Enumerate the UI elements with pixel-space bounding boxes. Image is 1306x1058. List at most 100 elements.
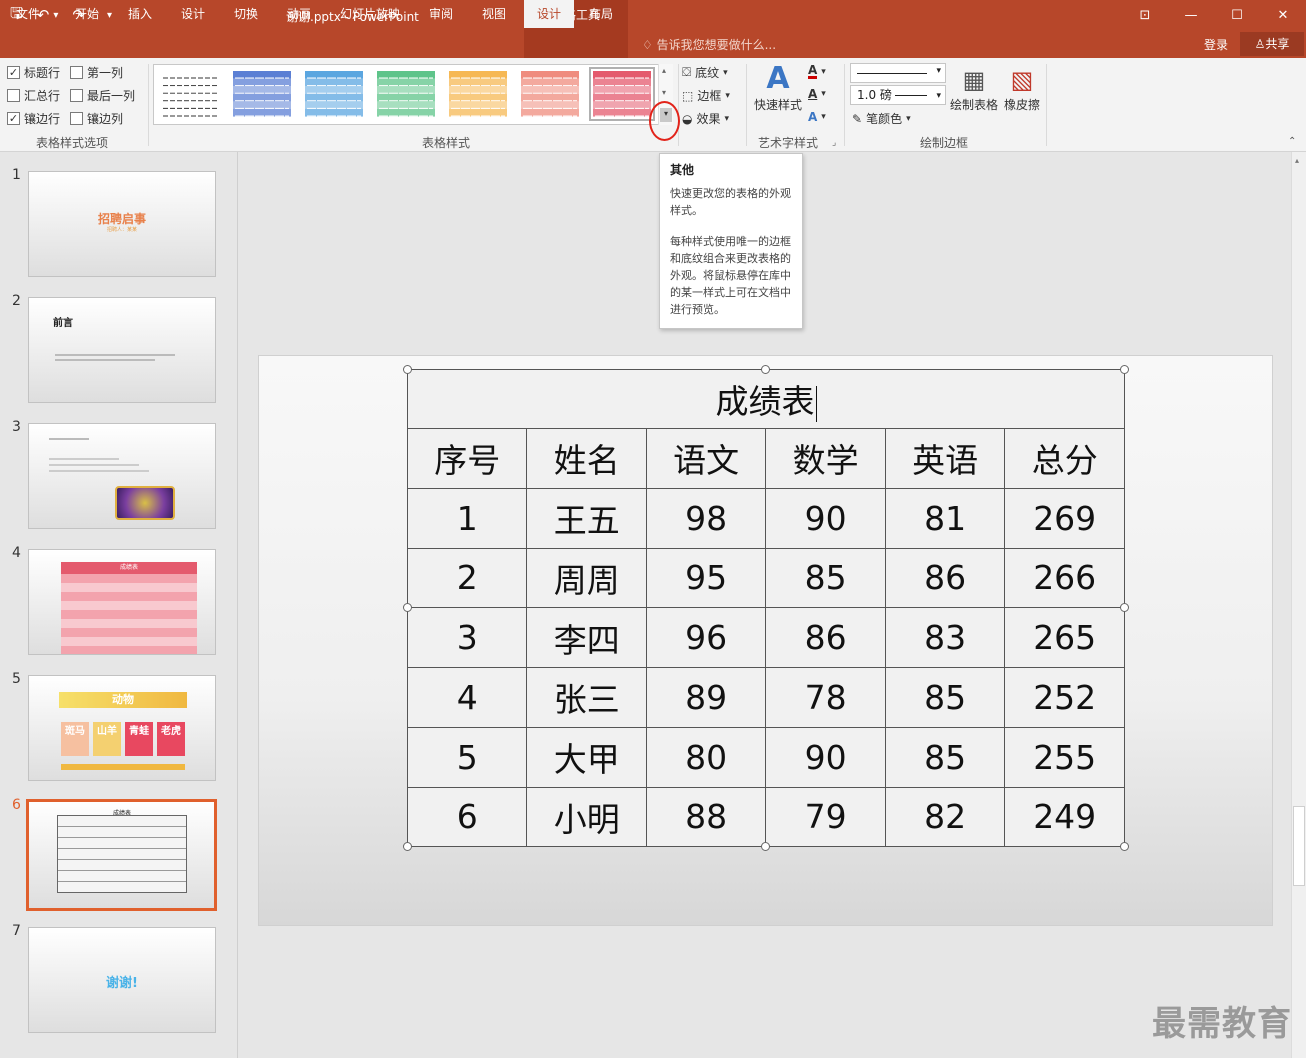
table-cell[interactable]: 周周	[526, 547, 647, 609]
scroll-up-icon[interactable]: ▴	[1295, 156, 1299, 165]
scroll-thumb[interactable]	[1293, 806, 1305, 886]
table-cell[interactable]: 86	[884, 547, 1006, 609]
table-cell[interactable]: 小明	[526, 786, 647, 848]
table-cell[interactable]: 张三	[526, 667, 647, 728]
table-style-swatch[interactable]	[161, 71, 219, 117]
table-cell[interactable]: 83	[884, 607, 1006, 668]
pen-style-dropdown[interactable]: ▾	[850, 63, 946, 83]
table-cell[interactable]: 89	[645, 667, 767, 728]
table-cell[interactable]: 85	[884, 726, 1006, 788]
table-header-cell[interactable]: 总分	[1004, 428, 1125, 489]
table-header-cell[interactable]: 语文	[645, 428, 767, 489]
table-style-swatch[interactable]	[449, 71, 507, 117]
tab-design[interactable]: 设计	[170, 0, 216, 28]
tab-animations[interactable]: 动画	[276, 0, 322, 28]
table-cell[interactable]: 249	[1004, 786, 1125, 848]
text-effects-button[interactable]: A ▾	[808, 110, 826, 124]
grade-table[interactable]: 成绩表 序号 姓名 语文 数学 英语 总分 1 王五 98 90 81 269 2 周周 95 85 86 266…	[406, 369, 1125, 848]
table-cell[interactable]: 98	[645, 487, 767, 549]
table-header-cell[interactable]: 数学	[765, 428, 886, 489]
resize-handle[interactable]	[1120, 365, 1129, 374]
maximize-button[interactable]: ☐	[1214, 0, 1260, 30]
table-cell[interactable]: 85	[884, 667, 1006, 728]
login-link[interactable]: 登录	[1204, 36, 1228, 53]
resize-handle[interactable]	[403, 365, 412, 374]
first-column-checkbox[interactable]: 第一列	[70, 64, 123, 81]
tab-slideshow[interactable]: 幻灯片放映	[332, 0, 408, 28]
table-style-swatch[interactable]	[521, 71, 579, 117]
table-style-swatch[interactable]	[233, 71, 291, 117]
table-cell[interactable]: 78	[765, 667, 886, 728]
table-title-cell[interactable]: 成绩表	[407, 369, 1125, 429]
table-style-swatch[interactable]	[377, 71, 435, 117]
table-cell[interactable]: 86	[765, 607, 886, 668]
effects-button[interactable]: ◒ 效果 ▾	[682, 110, 729, 127]
tab-transitions[interactable]: 切换	[222, 0, 270, 28]
table-style-swatch[interactable]	[589, 67, 655, 121]
table-cell[interactable]: 李四	[526, 607, 647, 668]
table-cell[interactable]: 96	[645, 607, 767, 668]
resize-handle[interactable]	[403, 842, 412, 851]
dialog-launcher-icon[interactable]: ⌟	[832, 138, 836, 148]
slide-thumbnail-2[interactable]: 前言	[28, 297, 216, 403]
table-cell[interactable]: 252	[1004, 667, 1125, 728]
slide-thumbnail-3[interactable]	[28, 423, 216, 529]
table-cell[interactable]: 90	[765, 726, 886, 788]
slide-thumbnail-4[interactable]: 成绩表	[28, 549, 216, 655]
resize-handle[interactable]	[761, 365, 770, 374]
table-cell[interactable]: 269	[1004, 487, 1125, 549]
table-cell[interactable]: 82	[884, 786, 1006, 848]
text-fill-button[interactable]: A ▾	[808, 64, 826, 79]
slide-thumbnail-7[interactable]: 谢谢!	[28, 927, 216, 1033]
table-cell[interactable]: 79	[765, 786, 886, 848]
borders-button[interactable]: ⬚ 边框 ▾	[682, 87, 730, 104]
table-cell[interactable]: 1	[406, 487, 528, 549]
tab-table-layout[interactable]: 布局	[578, 0, 624, 28]
text-outline-button[interactable]: A ▾	[808, 87, 826, 101]
last-column-checkbox[interactable]: 最后一列	[70, 87, 135, 104]
slide-thumbnail-5[interactable]: 动物 斑马 山羊 青蛙 老虎	[28, 675, 216, 781]
pen-weight-dropdown[interactable]: 1.0 磅 ▾	[850, 85, 946, 105]
table-cell[interactable]: 266	[1004, 547, 1125, 609]
gallery-down-icon[interactable]: ▾	[662, 88, 666, 97]
table-cell[interactable]: 88	[645, 786, 767, 848]
table-cell[interactable]: 80	[645, 726, 767, 788]
table-cell[interactable]: 95	[645, 547, 767, 609]
tab-table-design[interactable]: 设计	[524, 0, 574, 28]
table-cell[interactable]: 2	[406, 547, 528, 609]
table-cell[interactable]: 255	[1004, 726, 1125, 788]
table-cell[interactable]: 81	[884, 487, 1006, 549]
table-cell[interactable]: 王五	[526, 487, 647, 549]
eraser-button[interactable]: ▧ 橡皮擦	[1002, 64, 1042, 113]
table-cell[interactable]: 85	[765, 547, 886, 609]
slide-thumbnail-6[interactable]: 成绩表	[26, 799, 217, 911]
draw-table-button[interactable]: ▦ 绘制表格	[948, 64, 1000, 113]
ribbon-display-options-icon[interactable]: ⊡	[1122, 0, 1168, 30]
table-cell[interactable]: 6	[406, 786, 528, 848]
table-cell[interactable]: 3	[406, 607, 528, 668]
banded-columns-checkbox[interactable]: 镶边列	[70, 110, 123, 127]
tab-file[interactable]: 文件	[6, 0, 50, 28]
resize-handle[interactable]	[403, 603, 412, 612]
total-row-checkbox[interactable]: 汇总行	[7, 87, 60, 104]
tab-home[interactable]: 开始	[62, 0, 112, 28]
pen-color-button[interactable]: ✎ 笔颜色 ▾	[852, 110, 911, 127]
quick-styles-button[interactable]: A 快速样式	[752, 62, 804, 113]
table-cell[interactable]: 大甲	[526, 726, 647, 788]
tell-me-search[interactable]: ♢ 告诉我您想要做什么...	[642, 36, 776, 53]
shading-button[interactable]: ⛋ 底纹 ▾	[682, 64, 728, 81]
slide-thumbnail-1[interactable]: 招聘启事 招聘人：某某	[28, 171, 216, 277]
resize-handle[interactable]	[761, 842, 770, 851]
tab-view[interactable]: 视图	[472, 0, 516, 28]
close-button[interactable]: ✕	[1260, 0, 1306, 30]
gallery-up-icon[interactable]: ▴	[662, 66, 666, 75]
table-cell[interactable]: 90	[765, 487, 886, 549]
table-cell[interactable]: 265	[1004, 607, 1125, 668]
undo-dropdown-icon[interactable]: ▾	[53, 10, 58, 21]
resize-handle[interactable]	[1120, 842, 1129, 851]
tab-insert[interactable]: 插入	[116, 0, 164, 28]
minimize-button[interactable]: —	[1168, 0, 1214, 30]
vertical-scrollbar[interactable]: ▴	[1291, 152, 1306, 1058]
share-button[interactable]: ♙共享	[1240, 32, 1304, 56]
table-header-cell[interactable]: 序号	[406, 428, 528, 489]
